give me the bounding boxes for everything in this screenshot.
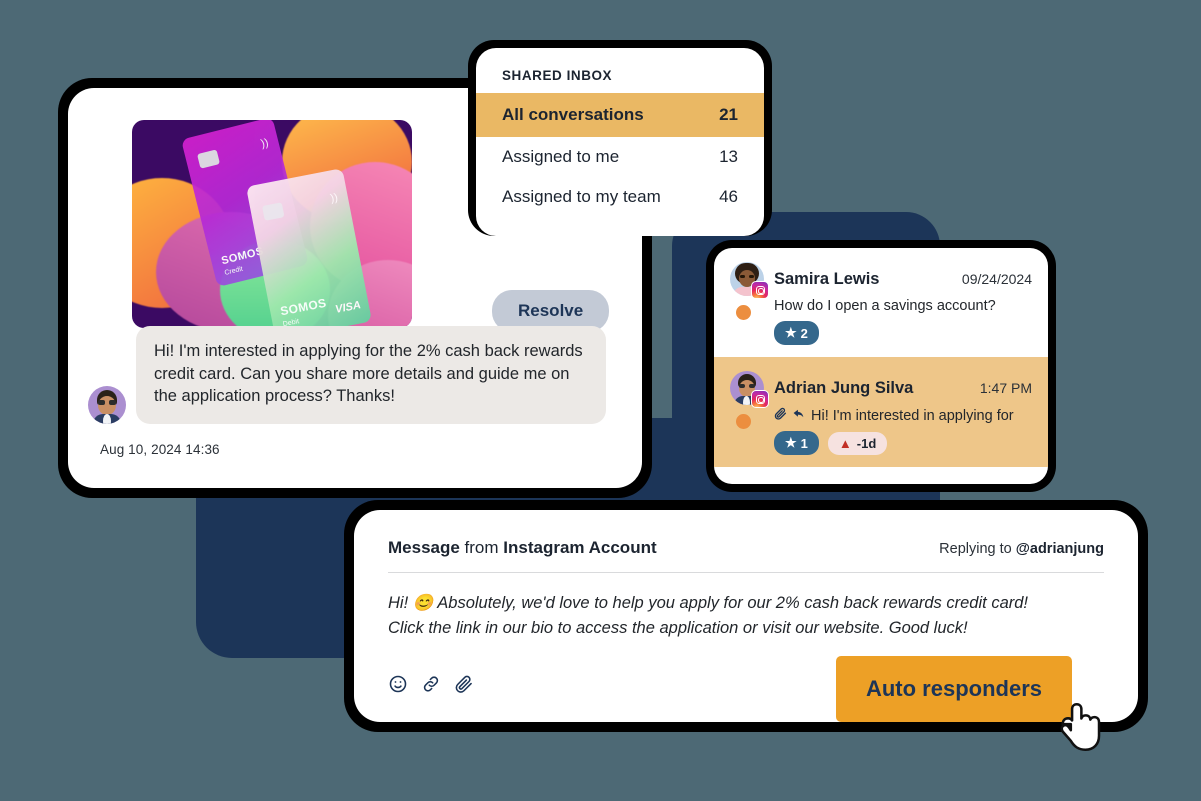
composer-body[interactable]: Hi! 😊 Absolutely, we'd love to help you … (354, 573, 1138, 641)
emoji-icon[interactable] (388, 674, 408, 694)
inbox-item-label: All conversations (502, 105, 644, 124)
overdue-badge[interactable]: ▲ -1d (827, 431, 888, 455)
inbox-item-count: 46 (719, 187, 738, 206)
inbox-item-count: 21 (719, 105, 738, 124)
reply-icon (792, 407, 806, 424)
star-count: 2 (800, 325, 808, 341)
avatar-wrap (730, 371, 769, 408)
star-badge[interactable]: ★ 1 (774, 431, 819, 455)
star-count: 1 (800, 435, 808, 451)
unread-dot (736, 414, 751, 429)
composer-body-line-2: Click the link in our bio to access the … (388, 619, 968, 637)
composer-from-word: from (459, 538, 504, 557)
link-icon[interactable] (421, 674, 441, 694)
auto-responders-button[interactable]: Auto responders (835, 656, 1072, 722)
message-timestamp: Aug 10, 2024 14:36 (100, 442, 220, 457)
overdue-label: -1d (856, 435, 877, 451)
conversation-name: Samira Lewis (774, 269, 880, 288)
shared-inbox-panel: SHARED INBOX All conversations 21 Assign… (476, 48, 764, 236)
inbox-item-all-conversations[interactable]: All conversations 21 (476, 93, 764, 137)
composer-body-line-1: Hi! 😊 Absolutely, we'd love to help you … (388, 594, 1028, 612)
inbox-item-assigned-to-me[interactable]: Assigned to me 13 (476, 137, 764, 177)
screenshot-stage: )) SOMOS Credit )) SOMOS Debit VISA Reso… (0, 0, 1201, 801)
star-icon: ★ (785, 325, 797, 340)
composer-panel: Message from Instagram Account Replying … (354, 510, 1138, 722)
conversation-name: Adrian Jung Silva (774, 378, 914, 397)
inbox-item-label: Assigned to my team (502, 187, 661, 206)
attachment-icon (774, 407, 787, 424)
composer-account-name: Instagram Account (503, 538, 657, 557)
star-badge[interactable]: ★ 2 (774, 321, 819, 345)
replying-prefix: Replying to (939, 541, 1016, 557)
conversation-meta: ★ 2 (774, 321, 1032, 345)
conversation-preview-row: How do I open a savings account? (774, 298, 1032, 314)
composer-header: Message from Instagram Account Replying … (354, 510, 1138, 558)
conversation-preview-row: Hi! I'm interested in applying for (774, 407, 1032, 424)
star-icon: ★ (785, 435, 797, 450)
message-row: Hi! I'm interested in applying for the 2… (88, 326, 628, 424)
conversation-list-panel: Samira Lewis 09/24/2024 How do I open a … (714, 248, 1048, 484)
unread-dot (736, 305, 751, 320)
replying-handle: @adrianjung (1015, 541, 1104, 557)
conversation-time: 09/24/2024 (961, 271, 1032, 287)
message-bubble: Hi! I'm interested in applying for the 2… (136, 326, 606, 424)
conversation-preview: How do I open a savings account? (774, 298, 996, 314)
list-item[interactable]: Adrian Jung Silva 1:47 PM Hi! I'm intere… (714, 357, 1048, 467)
avatar-wrap (730, 262, 769, 299)
list-item[interactable]: Samira Lewis 09/24/2024 How do I open a … (714, 248, 1048, 357)
conversation-preview: Hi! I'm interested in applying for (811, 407, 1014, 424)
composer-source: Message from Instagram Account (388, 538, 657, 558)
inbox-item-label: Assigned to me (502, 147, 620, 166)
inbox-item-assigned-to-my-team[interactable]: Assigned to my team 46 (476, 177, 764, 217)
conversation-time: 1:47 PM (979, 380, 1032, 396)
inbox-item-count: 13 (719, 147, 738, 166)
credit-card-promo-image: )) SOMOS Credit )) SOMOS Debit VISA (132, 120, 412, 328)
composer-message-word: Message (388, 538, 460, 557)
warning-triangle-icon: ▲ (838, 435, 852, 451)
conversation-meta: ★ 1 ▲ -1d (774, 431, 1032, 455)
composer-replying-to: Replying to @adrianjung (939, 541, 1104, 557)
composer-toolbar (388, 674, 474, 694)
shared-inbox-title: SHARED INBOX (502, 68, 613, 83)
adrian-avatar (88, 385, 126, 424)
attachment-icon[interactable] (454, 674, 474, 694)
instagram-icon (751, 281, 769, 299)
instagram-icon (751, 390, 769, 408)
